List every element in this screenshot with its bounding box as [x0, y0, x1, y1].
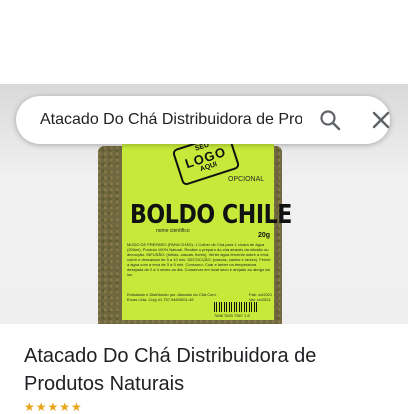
barcode-number: 7898 7620 7367 1 8 — [214, 313, 250, 318]
preparation-text: MODO DE PREPARO (PARA CHÁS): 1 Colher de… — [127, 242, 271, 277]
search-icon[interactable] — [318, 108, 342, 132]
packer-info: Embalado e Distribuído por: Atacado do C… — [127, 292, 217, 302]
top-blank-area — [0, 0, 408, 84]
result-title[interactable]: Atacado Do Chá Distribuidora de Produtos… — [24, 342, 394, 398]
logo-note: OPCIONAL — [228, 176, 265, 183]
search-bar[interactable]: Atacado Do Chá Distribuidora de Produtos… — [16, 96, 390, 144]
fab-info: Fab: xx/2021 Val: xx/2021 — [249, 292, 273, 302]
scientific-name: nome científico — [156, 228, 190, 234]
product-weight: 20g — [258, 232, 271, 239]
product-name: BOLDO CHILE — [130, 200, 292, 230]
close-icon[interactable] — [369, 108, 393, 132]
rating-stars: ★★★★★ — [24, 400, 83, 414]
search-input[interactable]: Atacado Do Chá Distribuidora de Produtos… — [40, 109, 302, 131]
barcode — [214, 302, 258, 312]
